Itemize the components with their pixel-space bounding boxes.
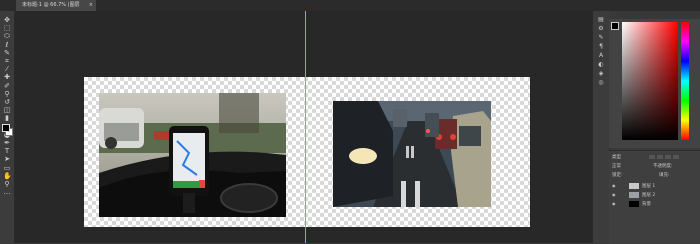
color-picker-field[interactable] [622,22,678,140]
layer-thumbnail [629,183,639,189]
layer-thumbnail [629,192,639,198]
lock-row: 锁定: 填充: [609,171,700,180]
character-panel-icon[interactable]: A [597,53,605,59]
stamp-tool-icon[interactable]: ⚲ [3,90,11,98]
collapsed-panels-strip: ▤ ⚙ ✎ ¶ A ◐ ◈ ◎ [592,11,610,243]
car-navigation-photo[interactable] [99,93,286,217]
artboard-tool-icon[interactable]: ⬚ [3,25,11,32]
layer-name: 图层 1 [642,184,656,189]
history-brush-icon[interactable]: ↺ [3,99,11,106]
filter-shape-icon[interactable] [673,155,679,159]
eye-icon[interactable]: ◉ [612,184,618,188]
opacity-label: 不透明度: [653,164,673,169]
adjust-panel-icon[interactable]: ◐ [597,62,605,68]
brush-tool-icon[interactable]: ✐ [3,82,11,90]
layer-kind-filter[interactable]: 类型 [612,153,621,162]
layer-row[interactable]: ◉ 图层 2 [609,191,700,200]
filter-adjust-icon[interactable] [657,155,663,159]
quick-select-tool-icon[interactable]: ✎ [3,49,11,57]
channels-panel-icon[interactable]: ◎ [597,80,605,86]
marquee-tool-icon[interactable]: ⬭ [3,33,11,40]
layers-panel: 类型 正常 不透明度: 锁定: 填充: ◉ 图层 1 ◉ 图层 2 ◉ 背景 [609,150,700,244]
layer-row[interactable]: ◉ 图层 1 [609,182,700,191]
zoom-tool-icon[interactable]: ⚲ [3,181,11,188]
traffic-image [333,101,491,207]
foreground-color-swatch[interactable] [2,124,10,132]
color-panel-swatches[interactable] [611,22,622,33]
fill-label: 填充: [659,173,670,178]
car-navigation-image [99,93,286,217]
eye-icon[interactable]: ◉ [612,193,618,197]
blend-mode-select[interactable]: 正常 [612,162,621,171]
eraser-tool-icon[interactable]: ◫ [3,107,11,114]
layer-name: 背景 [642,202,651,207]
filter-text-icon[interactable] [665,155,671,159]
traffic-photo[interactable] [333,101,491,207]
document-tab-bar [0,0,700,11]
layer-thumbnail [629,201,639,207]
healing-tool-icon[interactable]: ✚ [3,74,11,81]
eye-icon[interactable]: ◉ [612,202,618,206]
layers-filter-row: 类型 [609,153,700,162]
gradient-tool-icon[interactable]: ▮ [3,115,11,122]
type-tool-icon[interactable]: T [3,148,11,155]
lasso-tool-icon[interactable]: ℓ [3,41,11,49]
layer-name: 图层 2 [642,193,656,198]
document-tab[interactable]: 未标题-1 @ 66.7% (图层 × [16,0,96,11]
more-tools-icon[interactable]: … [3,189,11,196]
pen-tool-icon[interactable]: ✒ [3,140,11,147]
layer-row[interactable]: ◉ 背景 [609,200,700,209]
color-foreground-swatch[interactable] [611,22,619,30]
blend-mode-row: 正常 不透明度: [609,162,700,171]
eyedropper-tool-icon[interactable]: ⁄ [3,66,11,73]
color-panel-tab[interactable] [609,11,700,19]
crop-tool-icon[interactable]: ⌗ [3,58,11,65]
hand-tool-icon[interactable]: ✋ [3,172,12,180]
hue-slider[interactable] [681,22,689,140]
document-tab-label: 未标题-1 @ 66.7% (图层 [22,2,80,8]
brush-panel-icon[interactable]: ✎ [597,35,605,41]
move-tool-icon[interactable]: ✥ [3,17,11,24]
history-panel-icon[interactable]: ▤ [597,17,605,23]
styles-panel-icon[interactable]: ◈ [597,71,605,77]
close-icon[interactable]: × [89,0,93,11]
paragraph-panel-icon[interactable]: ¶ [597,44,605,50]
filter-pixel-icon[interactable] [649,155,655,159]
properties-panel-icon[interactable]: ⚙ [597,26,605,32]
shape-tool-icon[interactable]: ▭ [3,164,11,172]
vertical-guide-line[interactable] [305,11,306,243]
lock-label: 锁定: [612,173,623,178]
path-select-tool-icon[interactable]: ➤ [3,156,11,163]
tools-panel: ✥⬚⬭ℓ✎⌗⁄✚✐⚲↺◫▮◆●✒T➤▭✋⚲… [0,11,15,243]
